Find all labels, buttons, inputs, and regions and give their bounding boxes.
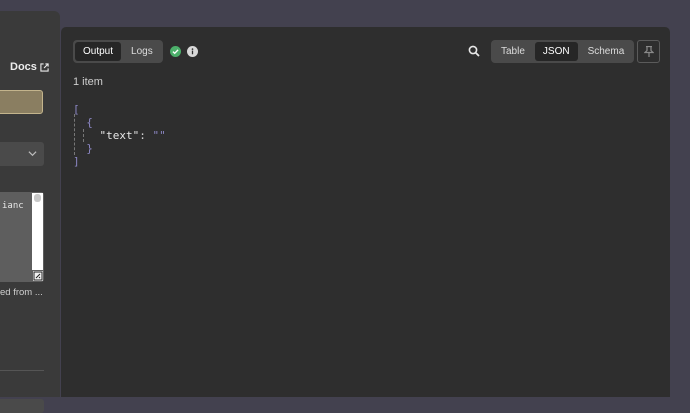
divider (0, 370, 44, 371)
tab-schema[interactable]: Schema (580, 42, 633, 61)
json-value[interactable]: "" (153, 129, 166, 142)
scrollbar[interactable] (32, 193, 43, 270)
pin-icon (643, 46, 654, 57)
output-panel: Output Logs Table JSON Schema 1 item [ {… (61, 27, 670, 397)
view-mode-tabs: Table JSON Schema (491, 40, 635, 63)
scrollbar-thumb[interactable] (34, 194, 41, 202)
tab-table[interactable]: Table (493, 42, 533, 61)
tab-output[interactable]: Output (75, 42, 122, 61)
resize-handle[interactable] (33, 271, 43, 281)
json-viewer: [ { "text": "" } ] (73, 103, 166, 168)
json-array-open: [ (73, 103, 80, 116)
bottom-field[interactable] (0, 399, 44, 413)
json-colon: : (139, 129, 146, 142)
tab-json[interactable]: JSON (534, 42, 578, 61)
execute-button[interactable] (0, 90, 43, 114)
option-select[interactable] (0, 142, 44, 166)
json-key[interactable]: "text" (100, 129, 140, 142)
text-area[interactable]: ianc (0, 192, 44, 282)
info-icon[interactable] (187, 46, 198, 57)
item-count: 1 item (73, 76, 103, 88)
chevron-down-icon (28, 151, 37, 157)
json-array-close: ] (73, 155, 80, 168)
pin-data-button[interactable] (637, 40, 660, 63)
external-link-icon (40, 62, 49, 72)
check-circle-icon (170, 46, 181, 57)
search-icon[interactable] (468, 45, 480, 57)
resize-icon (33, 271, 43, 281)
output-tabs: Output Logs (73, 40, 163, 63)
tab-logs[interactable]: Logs (123, 42, 161, 61)
json-object-open: { (86, 116, 93, 129)
docs-label: Docs (10, 61, 37, 73)
docs-link[interactable]: Docs (10, 61, 49, 73)
text-area-value: ianc (2, 201, 24, 211)
field-hint: ed from ... (0, 287, 43, 298)
json-object-close: } (86, 142, 93, 155)
left-panel: Docs ianc ed from ... (0, 11, 60, 413)
